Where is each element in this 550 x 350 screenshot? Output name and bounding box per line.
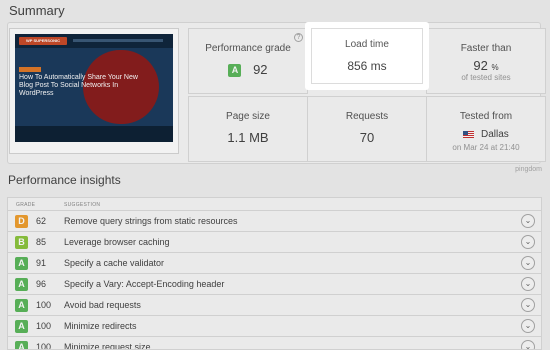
grade-badge: A bbox=[15, 341, 28, 349]
grade-badge: A bbox=[15, 278, 28, 291]
row-suggestion: Specify a Vary: Accept-Encoding header bbox=[64, 279, 225, 289]
table-header: GRADE SUGGESTION bbox=[8, 198, 541, 211]
chevron-down-icon[interactable]: ⌄ bbox=[521, 298, 535, 312]
suggestion-column-header: SUGGESTION bbox=[64, 202, 101, 208]
row-suggestion: Leverage browser caching bbox=[64, 237, 170, 247]
performance-grade-value: 92 bbox=[253, 62, 268, 77]
site-logo: WP SUPERSONIC bbox=[19, 37, 67, 45]
info-icon[interactable]: ? bbox=[294, 33, 303, 42]
thumbnail-headline: How To Automatically Share Your New Blog… bbox=[19, 74, 138, 97]
faster-than-card: Faster than 92 % of tested sites bbox=[426, 28, 546, 94]
insights-table: GRADE SUGGESTION D 62 Remove query strings… bbox=[7, 197, 542, 350]
insights-heading: Performance insights bbox=[8, 173, 121, 187]
load-time-value: 856 ms bbox=[347, 59, 387, 73]
grade-badge: D bbox=[15, 215, 28, 228]
page-thumbnail: WP SUPERSONIC How To Automatically Share… bbox=[9, 28, 179, 154]
table-row[interactable]: A 96 Specify a Vary: Accept-Encoding heade… bbox=[8, 274, 541, 295]
chevron-down-icon[interactable]: ⌄ bbox=[521, 214, 535, 228]
summary-heading: Summary bbox=[9, 3, 65, 18]
row-suggestion: Minimize redirects bbox=[64, 321, 137, 331]
row-score: 96 bbox=[36, 279, 47, 289]
grade-column-header: GRADE bbox=[16, 202, 36, 208]
grade-badge: A bbox=[15, 257, 28, 270]
chevron-down-icon[interactable]: ⌄ bbox=[521, 256, 535, 270]
tested-from-label: Tested from bbox=[459, 111, 513, 122]
row-suggestion: Avoid bad requests bbox=[64, 300, 141, 310]
table-row[interactable]: A 91 Specify a cache validator ⌄ bbox=[8, 253, 541, 274]
row-score: 62 bbox=[36, 216, 47, 226]
row-suggestion: Specify a cache validator bbox=[64, 258, 165, 268]
row-suggestion: Remove query strings from static resourc… bbox=[64, 216, 238, 226]
row-score: 100 bbox=[36, 342, 52, 350]
chevron-down-icon[interactable]: ⌄ bbox=[521, 235, 535, 249]
table-row[interactable]: A 100 Minimize redirects ⌄ bbox=[8, 316, 541, 337]
row-score: 85 bbox=[36, 237, 47, 247]
table-row[interactable]: B 85 Leverage browser caching ⌄ bbox=[8, 232, 541, 253]
row-score: 91 bbox=[36, 258, 47, 268]
grade-badge: A bbox=[228, 64, 242, 78]
faster-than-label: Faster than bbox=[460, 43, 512, 54]
requests-card: Requests 70 bbox=[307, 96, 427, 162]
tested-from-date: on Mar 24 at 21:40 bbox=[452, 143, 520, 152]
chevron-down-icon[interactable]: ⌄ bbox=[521, 340, 535, 349]
performance-grade-card: ? Performance grade A 92 bbox=[188, 28, 308, 94]
chevron-down-icon[interactable]: ⌄ bbox=[521, 319, 535, 333]
chevron-down-icon[interactable]: ⌄ bbox=[521, 277, 535, 291]
grade-badge: A bbox=[15, 299, 28, 312]
us-flag-icon bbox=[463, 130, 475, 138]
load-time-label: Load time bbox=[345, 39, 389, 50]
tested-from-card: Tested from Dallas on Mar 24 at 21:40 bbox=[426, 96, 546, 162]
faster-than-sub: of tested sites bbox=[461, 73, 511, 82]
row-score: 100 bbox=[36, 321, 52, 331]
table-row[interactable]: A 100 Avoid bad requests ⌄ bbox=[8, 295, 541, 316]
faster-than-value: 92 bbox=[473, 58, 488, 73]
grade-badge: B bbox=[15, 236, 28, 249]
row-suggestion: Minimize request size bbox=[64, 342, 151, 350]
load-time-card: Load time 856 ms bbox=[305, 22, 429, 90]
page-size-label: Page size bbox=[226, 111, 270, 122]
table-row[interactable]: A 100 Minimize request size ⌄ bbox=[8, 337, 541, 350]
page-size-value: 1.1 MB bbox=[227, 130, 269, 145]
faster-than-unit: % bbox=[491, 63, 499, 72]
requests-value: 70 bbox=[359, 130, 375, 145]
row-score: 100 bbox=[36, 300, 52, 310]
grade-badge: A bbox=[15, 320, 28, 333]
performance-grade-label: Performance grade bbox=[205, 43, 291, 54]
provider-logo: pingdom bbox=[515, 166, 542, 173]
page-size-card: Page size 1.1 MB bbox=[188, 96, 308, 162]
table-row[interactable]: D 62 Remove query strings from static reso… bbox=[8, 211, 541, 232]
requests-label: Requests bbox=[345, 111, 389, 122]
tested-from-location: Dallas bbox=[480, 129, 509, 140]
